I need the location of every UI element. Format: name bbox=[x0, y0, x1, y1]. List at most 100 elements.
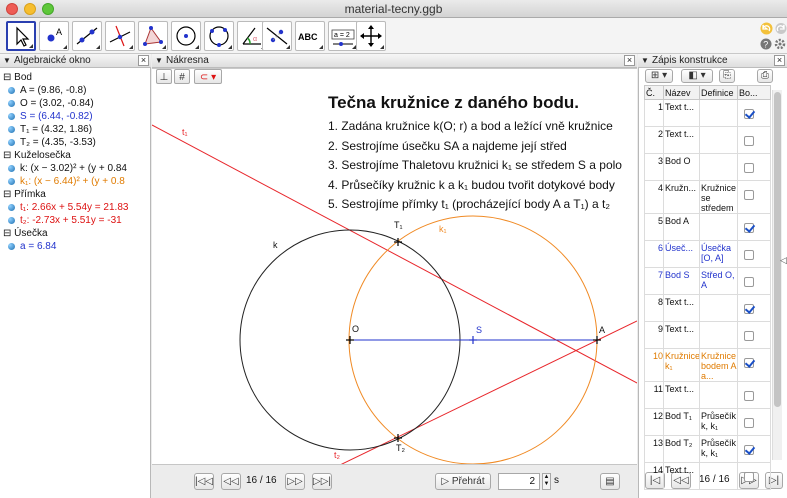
text-tool-button[interactable]: ABC bbox=[295, 21, 325, 51]
table-row[interactable]: 2 Text t... bbox=[644, 126, 771, 154]
column-header[interactable]: Bo... bbox=[737, 85, 771, 100]
table-row[interactable]: 8 Text t... bbox=[644, 294, 771, 322]
table-row[interactable]: 3 Bod O bbox=[644, 153, 771, 181]
tangent-line-t2[interactable] bbox=[340, 320, 637, 464]
algebra-item[interactable]: k₁: (x − 6.44)² + (y + 0.8 bbox=[0, 175, 150, 188]
grid-toggle-icon[interactable]: # bbox=[174, 69, 190, 84]
close-algebra-button[interactable]: × bbox=[138, 55, 149, 66]
table-row[interactable]: 9 Text t... bbox=[644, 321, 771, 349]
algebra-item[interactable]: S = (6.44, -0.82) bbox=[0, 110, 150, 123]
visibility-toggle-icon[interactable] bbox=[8, 139, 15, 146]
conic-tool-button[interactable] bbox=[204, 21, 234, 51]
algebra-item[interactable]: a = 6.84 bbox=[0, 240, 150, 253]
breakpoint-checkbox[interactable] bbox=[744, 418, 754, 428]
circle-tool-button[interactable] bbox=[171, 21, 201, 51]
last-step-button[interactable]: ▷▷| bbox=[312, 473, 332, 490]
breakpoint-checkbox[interactable] bbox=[744, 136, 754, 146]
table-row[interactable]: 10 Kružnice k₁ Kružnice bodem A a... bbox=[644, 348, 771, 382]
previous-step-button[interactable]: ◁◁ bbox=[221, 473, 241, 490]
speed-stepper[interactable]: ▲ ▼ bbox=[542, 473, 551, 490]
construction-protocol-button[interactable]: ▤ bbox=[600, 473, 620, 490]
breakpoint-checkbox[interactable] bbox=[744, 445, 754, 455]
polygon-tool-button[interactable] bbox=[138, 21, 168, 51]
visibility-toggle-icon[interactable] bbox=[8, 100, 15, 107]
zoom-window-button[interactable] bbox=[42, 3, 54, 15]
side-panel-arrow-icon[interactable]: ◁ bbox=[780, 255, 787, 266]
protocol-scrollbar[interactable] bbox=[772, 90, 782, 460]
close-graphics-button[interactable]: × bbox=[624, 55, 635, 66]
collapse-triangle-icon[interactable]: ▼ bbox=[155, 54, 163, 68]
move-view-tool-button[interactable] bbox=[356, 21, 386, 51]
visibility-toggle-icon[interactable] bbox=[8, 178, 15, 185]
visibility-toggle-icon[interactable] bbox=[8, 217, 15, 224]
breakpoint-checkbox[interactable] bbox=[744, 391, 754, 401]
table-row[interactable]: 12 Bod T₁ Průsečík k, k₁ bbox=[644, 408, 771, 436]
axes-toggle-icon[interactable]: ⊥ bbox=[156, 69, 172, 84]
breakpoint-checkbox[interactable] bbox=[744, 190, 754, 200]
visibility-toggle-icon[interactable] bbox=[8, 204, 15, 211]
column-header[interactable]: Definice bbox=[699, 85, 738, 100]
collapse-triangle-icon[interactable]: ▼ bbox=[3, 54, 11, 68]
columns-menu-button[interactable]: ⊞ ▾ bbox=[645, 69, 673, 83]
help-icon[interactable]: ? bbox=[760, 38, 772, 50]
breakpoint-checkbox[interactable] bbox=[744, 277, 754, 287]
algebra-group-usecka[interactable]: ⊟ Úsečka bbox=[0, 227, 150, 240]
scrollbar-thumb[interactable] bbox=[774, 92, 781, 407]
options-menu-button[interactable]: ◧ ▾ bbox=[681, 69, 713, 83]
play-button[interactable]: ▷ Přehrát bbox=[435, 473, 491, 490]
algebra-item[interactable]: t₂: -2.73x + 5.51y = -31 bbox=[0, 214, 150, 227]
breakpoint-checkbox[interactable] bbox=[744, 331, 754, 341]
settings-gear-icon[interactable] bbox=[774, 38, 786, 50]
algebra-item[interactable]: A = (9.86, -0.8) bbox=[0, 84, 150, 97]
visibility-toggle-icon[interactable] bbox=[8, 87, 15, 94]
algebra-item[interactable]: k: (x − 3.02)² + (y + 0.84 bbox=[0, 162, 150, 175]
visibility-toggle-icon[interactable] bbox=[8, 113, 15, 120]
slider-tool-button[interactable]: a = 2 bbox=[328, 21, 358, 51]
minimize-window-button[interactable] bbox=[24, 3, 36, 15]
close-window-button[interactable] bbox=[6, 3, 18, 15]
table-row[interactable]: 1 Text t... bbox=[644, 99, 771, 127]
reflect-tool-button[interactable] bbox=[262, 21, 292, 51]
table-row[interactable]: 4 Kružn... Kružnice se středem bbox=[644, 180, 771, 214]
table-row[interactable]: 5 Bod A bbox=[644, 213, 771, 241]
breakpoint-checkbox[interactable] bbox=[744, 304, 754, 314]
visibility-toggle-icon[interactable] bbox=[8, 126, 15, 133]
point-a[interactable] bbox=[593, 336, 601, 344]
breakpoint-checkbox[interactable] bbox=[744, 163, 754, 173]
table-row[interactable]: 7 Bod S Střed O, A bbox=[644, 267, 771, 295]
point-s[interactable] bbox=[469, 336, 477, 344]
speed-input[interactable]: 2 bbox=[498, 473, 540, 490]
undo-icon[interactable] bbox=[760, 22, 773, 35]
magnet-snap-icon[interactable]: ⊂ ▾ bbox=[194, 69, 222, 84]
close-protocol-button[interactable]: × bbox=[774, 55, 785, 66]
algebra-item[interactable]: T₂ = (4.35, -3.53) bbox=[0, 136, 150, 149]
column-header[interactable]: Název bbox=[663, 85, 700, 100]
breakpoint-checkbox[interactable] bbox=[744, 250, 754, 260]
visibility-toggle-icon[interactable] bbox=[8, 165, 15, 172]
perpendicular-tool-button[interactable] bbox=[105, 21, 135, 51]
algebra-group-kuzelosecka[interactable]: ⊟ Kuželosečka bbox=[0, 149, 150, 162]
table-row[interactable]: 11 Text t... bbox=[644, 381, 771, 409]
algebra-group-bod[interactable]: ⊟ Bod bbox=[0, 71, 150, 84]
breakpoint-checkbox[interactable] bbox=[744, 223, 754, 233]
redo-icon[interactable] bbox=[775, 22, 787, 35]
line-tool-button[interactable] bbox=[72, 21, 102, 51]
first-step-button[interactable]: |◁◁ bbox=[194, 473, 214, 490]
breakpoint-checkbox[interactable] bbox=[744, 472, 754, 482]
collapse-triangle-icon[interactable]: ▼ bbox=[641, 54, 649, 68]
next-step-button[interactable]: ▷▷ bbox=[285, 473, 305, 490]
move-tool-button[interactable] bbox=[6, 21, 36, 51]
visibility-toggle-icon[interactable] bbox=[8, 243, 15, 250]
graphics-view[interactable]: O S A T₁ T₂ k k₁ t₁ t₂ Tečna kružnice z … bbox=[152, 68, 637, 464]
breakpoint-checkbox[interactable] bbox=[744, 109, 754, 119]
point-tool-button[interactable]: A bbox=[39, 21, 69, 51]
table-row[interactable]: 13 Bod T₂ Průsečík k, k₁ bbox=[644, 435, 771, 463]
export-button[interactable]: ⎘ bbox=[719, 69, 735, 83]
breakpoint-checkbox[interactable] bbox=[744, 358, 754, 368]
algebra-item[interactable]: O = (3.02, -0.84) bbox=[0, 97, 150, 110]
table-row[interactable]: 14 Text t... bbox=[644, 462, 771, 490]
algebra-group-primka[interactable]: ⊟ Přímka bbox=[0, 188, 150, 201]
point-o[interactable] bbox=[346, 336, 354, 344]
algebra-item[interactable]: T₁ = (4.32, 1.86) bbox=[0, 123, 150, 136]
table-row[interactable]: 6 Úseč... Úsečka [O, A] bbox=[644, 240, 771, 268]
